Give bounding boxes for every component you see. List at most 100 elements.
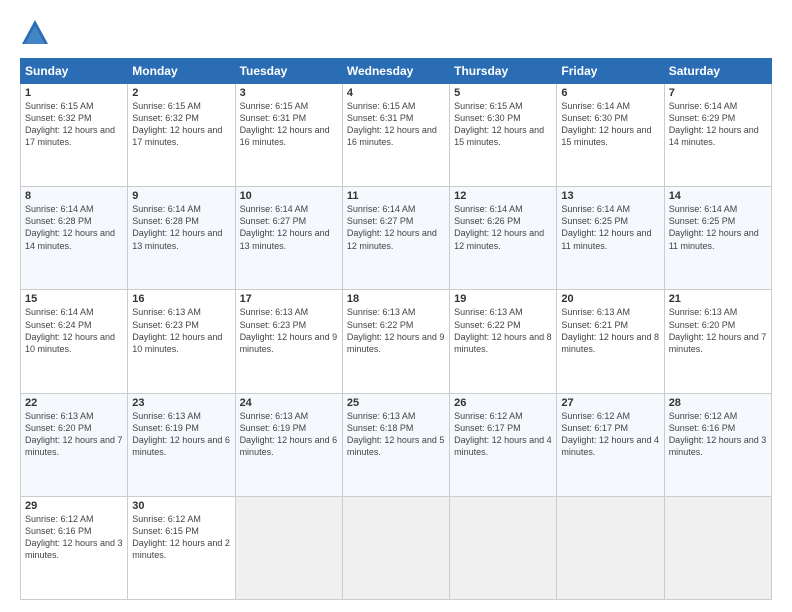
calendar-day-cell: 13Sunrise: 6:14 AMSunset: 6:25 PMDayligh… [557,187,664,290]
calendar-day-cell: 27Sunrise: 6:12 AMSunset: 6:17 PMDayligh… [557,393,664,496]
calendar-day-cell: 20Sunrise: 6:13 AMSunset: 6:21 PMDayligh… [557,290,664,393]
day-info: Sunrise: 6:14 AMSunset: 6:25 PMDaylight:… [669,203,767,252]
day-info: Sunrise: 6:13 AMSunset: 6:20 PMDaylight:… [669,306,767,355]
day-info: Sunrise: 6:13 AMSunset: 6:21 PMDaylight:… [561,306,659,355]
day-info: Sunrise: 6:15 AMSunset: 6:32 PMDaylight:… [132,100,230,149]
calendar-day-cell: 28Sunrise: 6:12 AMSunset: 6:16 PMDayligh… [664,393,771,496]
calendar-day-cell: 8Sunrise: 6:14 AMSunset: 6:28 PMDaylight… [21,187,128,290]
calendar-day-cell: 15Sunrise: 6:14 AMSunset: 6:24 PMDayligh… [21,290,128,393]
day-info: Sunrise: 6:12 AMSunset: 6:15 PMDaylight:… [132,513,230,562]
calendar-day-cell [664,496,771,599]
calendar-day-cell: 11Sunrise: 6:14 AMSunset: 6:27 PMDayligh… [342,187,449,290]
day-number: 15 [25,293,123,305]
day-header: Wednesday [342,59,449,84]
day-info: Sunrise: 6:13 AMSunset: 6:22 PMDaylight:… [347,306,445,355]
day-number: 1 [25,87,123,99]
day-number: 4 [347,87,445,99]
day-info: Sunrise: 6:12 AMSunset: 6:17 PMDaylight:… [561,410,659,459]
day-info: Sunrise: 6:12 AMSunset: 6:16 PMDaylight:… [669,410,767,459]
calendar-day-cell [235,496,342,599]
calendar-week-row: 1Sunrise: 6:15 AMSunset: 6:32 PMDaylight… [21,84,772,187]
calendar-day-cell: 22Sunrise: 6:13 AMSunset: 6:20 PMDayligh… [21,393,128,496]
day-info: Sunrise: 6:14 AMSunset: 6:29 PMDaylight:… [669,100,767,149]
calendar-table: SundayMondayTuesdayWednesdayThursdayFrid… [20,58,772,600]
calendar-day-cell: 21Sunrise: 6:13 AMSunset: 6:20 PMDayligh… [664,290,771,393]
day-number: 6 [561,87,659,99]
calendar-day-cell [342,496,449,599]
calendar-day-cell: 24Sunrise: 6:13 AMSunset: 6:19 PMDayligh… [235,393,342,496]
calendar-day-cell: 7Sunrise: 6:14 AMSunset: 6:29 PMDaylight… [664,84,771,187]
calendar-week-row: 15Sunrise: 6:14 AMSunset: 6:24 PMDayligh… [21,290,772,393]
calendar-day-cell: 25Sunrise: 6:13 AMSunset: 6:18 PMDayligh… [342,393,449,496]
day-info: Sunrise: 6:13 AMSunset: 6:20 PMDaylight:… [25,410,123,459]
day-header: Sunday [21,59,128,84]
calendar-day-cell: 19Sunrise: 6:13 AMSunset: 6:22 PMDayligh… [450,290,557,393]
page: SundayMondayTuesdayWednesdayThursdayFrid… [0,0,792,612]
day-number: 11 [347,190,445,202]
day-number: 13 [561,190,659,202]
day-info: Sunrise: 6:15 AMSunset: 6:31 PMDaylight:… [347,100,445,149]
calendar-day-cell: 30Sunrise: 6:12 AMSunset: 6:15 PMDayligh… [128,496,235,599]
calendar-day-cell: 18Sunrise: 6:13 AMSunset: 6:22 PMDayligh… [342,290,449,393]
day-info: Sunrise: 6:13 AMSunset: 6:18 PMDaylight:… [347,410,445,459]
header [20,18,772,48]
day-info: Sunrise: 6:14 AMSunset: 6:24 PMDaylight:… [25,306,123,355]
logo-icon [20,18,50,48]
day-number: 14 [669,190,767,202]
calendar-day-cell: 3Sunrise: 6:15 AMSunset: 6:31 PMDaylight… [235,84,342,187]
day-header: Monday [128,59,235,84]
day-number: 30 [132,500,230,512]
day-number: 7 [669,87,767,99]
calendar-day-cell: 23Sunrise: 6:13 AMSunset: 6:19 PMDayligh… [128,393,235,496]
calendar-day-cell: 17Sunrise: 6:13 AMSunset: 6:23 PMDayligh… [235,290,342,393]
day-number: 12 [454,190,552,202]
calendar-body: 1Sunrise: 6:15 AMSunset: 6:32 PMDaylight… [21,84,772,600]
calendar-day-cell: 12Sunrise: 6:14 AMSunset: 6:26 PMDayligh… [450,187,557,290]
day-info: Sunrise: 6:13 AMSunset: 6:22 PMDaylight:… [454,306,552,355]
day-number: 17 [240,293,338,305]
day-info: Sunrise: 6:13 AMSunset: 6:23 PMDaylight:… [132,306,230,355]
day-number: 24 [240,397,338,409]
calendar-day-cell [557,496,664,599]
day-info: Sunrise: 6:12 AMSunset: 6:16 PMDaylight:… [25,513,123,562]
day-info: Sunrise: 6:14 AMSunset: 6:30 PMDaylight:… [561,100,659,149]
day-number: 29 [25,500,123,512]
day-number: 16 [132,293,230,305]
calendar-day-cell: 16Sunrise: 6:13 AMSunset: 6:23 PMDayligh… [128,290,235,393]
day-number: 5 [454,87,552,99]
day-info: Sunrise: 6:14 AMSunset: 6:28 PMDaylight:… [132,203,230,252]
calendar-day-cell: 2Sunrise: 6:15 AMSunset: 6:32 PMDaylight… [128,84,235,187]
day-info: Sunrise: 6:15 AMSunset: 6:32 PMDaylight:… [25,100,123,149]
calendar-day-cell: 6Sunrise: 6:14 AMSunset: 6:30 PMDaylight… [557,84,664,187]
calendar-day-cell: 9Sunrise: 6:14 AMSunset: 6:28 PMDaylight… [128,187,235,290]
calendar-day-cell [450,496,557,599]
day-number: 19 [454,293,552,305]
day-info: Sunrise: 6:14 AMSunset: 6:28 PMDaylight:… [25,203,123,252]
day-info: Sunrise: 6:13 AMSunset: 6:19 PMDaylight:… [240,410,338,459]
day-number: 2 [132,87,230,99]
day-header: Thursday [450,59,557,84]
calendar-day-cell: 26Sunrise: 6:12 AMSunset: 6:17 PMDayligh… [450,393,557,496]
day-number: 22 [25,397,123,409]
calendar-header-row: SundayMondayTuesdayWednesdayThursdayFrid… [21,59,772,84]
calendar-week-row: 22Sunrise: 6:13 AMSunset: 6:20 PMDayligh… [21,393,772,496]
calendar-day-cell: 5Sunrise: 6:15 AMSunset: 6:30 PMDaylight… [450,84,557,187]
day-number: 8 [25,190,123,202]
day-header: Tuesday [235,59,342,84]
day-number: 18 [347,293,445,305]
day-number: 23 [132,397,230,409]
day-info: Sunrise: 6:13 AMSunset: 6:19 PMDaylight:… [132,410,230,459]
day-number: 21 [669,293,767,305]
logo [20,18,54,48]
calendar-day-cell: 29Sunrise: 6:12 AMSunset: 6:16 PMDayligh… [21,496,128,599]
day-number: 26 [454,397,552,409]
day-info: Sunrise: 6:13 AMSunset: 6:23 PMDaylight:… [240,306,338,355]
day-number: 25 [347,397,445,409]
day-number: 20 [561,293,659,305]
day-number: 9 [132,190,230,202]
calendar-day-cell: 1Sunrise: 6:15 AMSunset: 6:32 PMDaylight… [21,84,128,187]
day-info: Sunrise: 6:12 AMSunset: 6:17 PMDaylight:… [454,410,552,459]
calendar-day-cell: 14Sunrise: 6:14 AMSunset: 6:25 PMDayligh… [664,187,771,290]
calendar-week-row: 29Sunrise: 6:12 AMSunset: 6:16 PMDayligh… [21,496,772,599]
calendar-week-row: 8Sunrise: 6:14 AMSunset: 6:28 PMDaylight… [21,187,772,290]
